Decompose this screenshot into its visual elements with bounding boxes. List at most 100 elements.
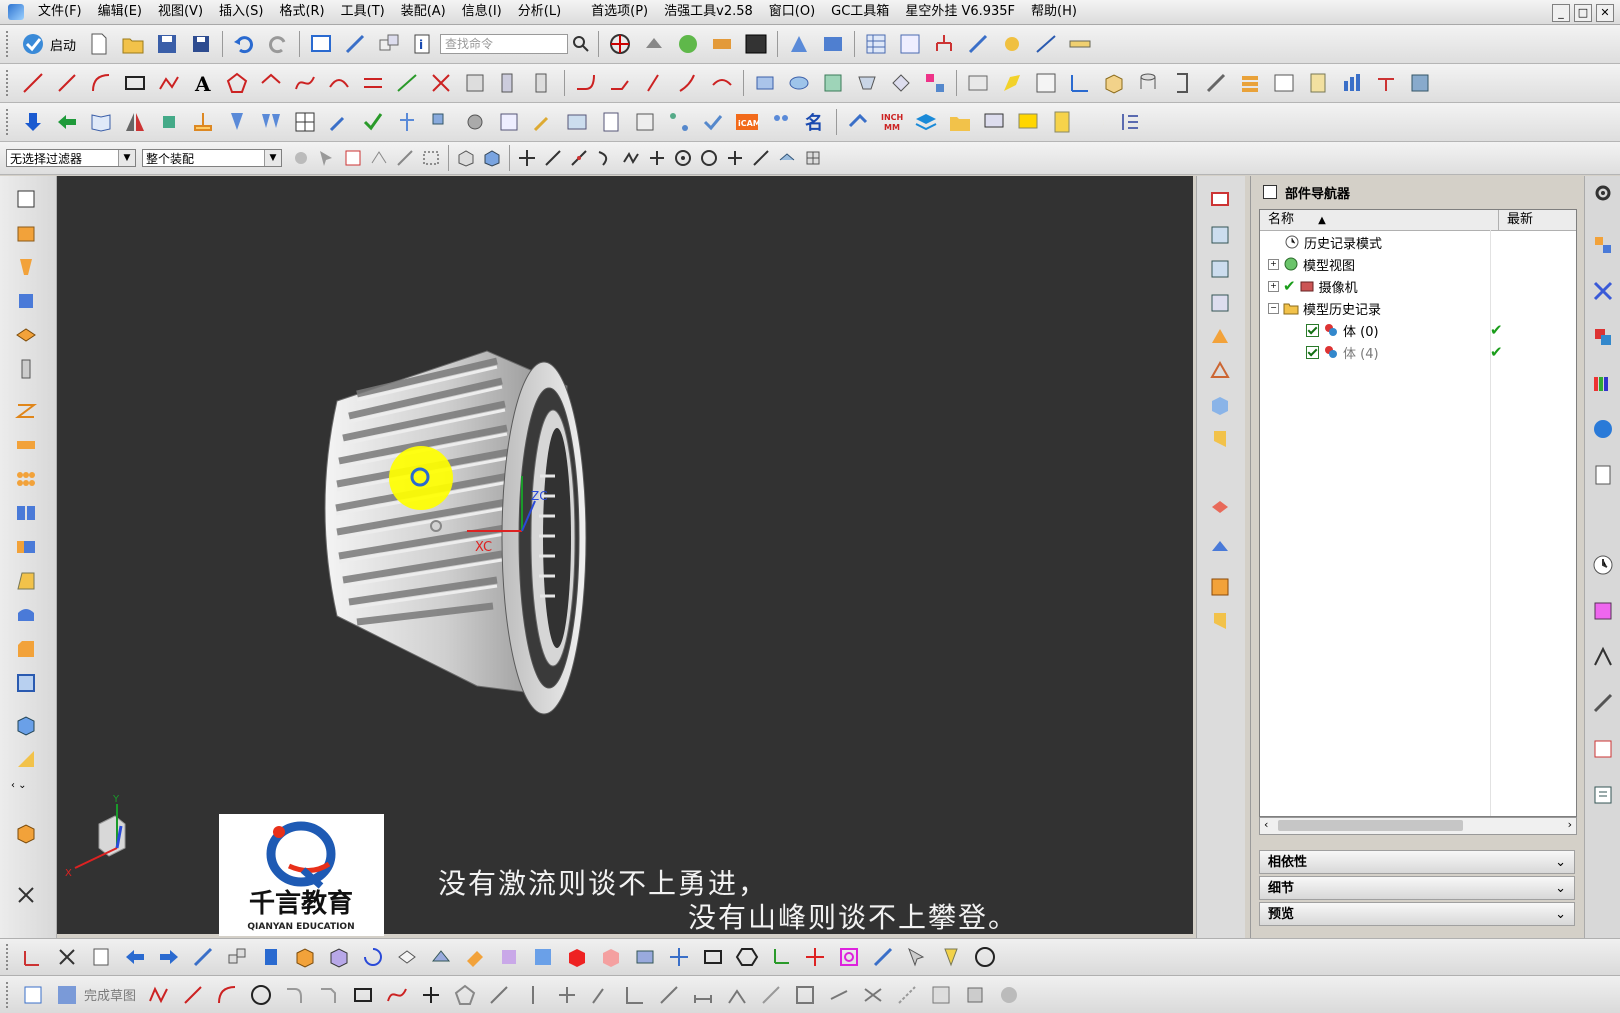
select-sheet-icon[interactable] [482, 148, 502, 168]
name-icon[interactable]: 名 [802, 109, 828, 135]
eraser-icon[interactable] [462, 944, 488, 970]
box-3d-icon[interactable] [292, 944, 318, 970]
image-icon[interactable] [564, 109, 590, 135]
boolean-icon[interactable] [13, 534, 39, 560]
pin-icon[interactable] [224, 109, 250, 135]
snap-on-face-icon[interactable] [777, 148, 797, 168]
roles-icon[interactable] [1590, 736, 1616, 762]
offset-face-icon[interactable] [888, 70, 914, 96]
sketch-view-icon[interactable] [996, 982, 1022, 1008]
search-icon[interactable] [571, 34, 591, 54]
hide-show-icon[interactable] [342, 31, 368, 57]
point-icon[interactable] [802, 944, 828, 970]
polygon-icon[interactable] [224, 70, 250, 96]
red-block-icon[interactable] [564, 944, 590, 970]
menu-assembly[interactable]: 装配(A) [393, 0, 454, 24]
menu-edit[interactable]: 编辑(E) [90, 0, 150, 24]
horizontal-scrollbar[interactable]: ‹ › [1259, 817, 1577, 835]
cube-view-icon[interactable] [326, 944, 352, 970]
selection-filter-select[interactable]: 无选择过滤器 ▼ [6, 149, 136, 167]
arrange-icon[interactable] [428, 109, 454, 135]
extrude-feature-icon[interactable] [13, 220, 39, 246]
gear-tool-icon[interactable] [462, 109, 488, 135]
line-icon[interactable] [20, 70, 46, 96]
snap-existing-icon[interactable] [725, 148, 745, 168]
bridge-curve-icon[interactable] [326, 70, 352, 96]
document-icon[interactable] [598, 109, 624, 135]
sketch-plane-icon[interactable] [928, 982, 954, 1008]
split-body-icon[interactable] [632, 944, 658, 970]
snap-intersect-icon[interactable] [647, 148, 667, 168]
coordinate-icon[interactable] [1067, 70, 1093, 96]
new-file-icon[interactable] [86, 31, 112, 57]
table-feature-icon[interactable] [1033, 70, 1059, 96]
shell-icon[interactable] [13, 670, 39, 696]
face-edit-icon[interactable] [394, 944, 420, 970]
pink-block-icon[interactable] [598, 944, 624, 970]
panel-details[interactable]: 细节 ⌄ [1259, 876, 1575, 900]
snap-control-icon[interactable] [621, 148, 641, 168]
chevron-down-icon[interactable]: ⌄ [1555, 903, 1566, 927]
tree-row-model-history[interactable]: − 模型历史记录 [1260, 297, 1584, 319]
toolbar-grip[interactable] [6, 31, 12, 57]
thread-feature-icon[interactable] [13, 356, 39, 382]
polyline-icon[interactable] [156, 70, 182, 96]
view-top-icon[interactable] [1207, 256, 1233, 282]
offset-feature-icon[interactable] [13, 398, 39, 424]
menu-preferences[interactable]: 首选项(P) [583, 0, 656, 24]
pointer-icon[interactable] [904, 944, 930, 970]
dimension-icon[interactable] [1033, 31, 1059, 57]
restore-button[interactable]: □ [1574, 4, 1592, 22]
expand-icon[interactable]: + [1268, 280, 1279, 292]
revolve-feature-icon[interactable] [13, 254, 39, 280]
delete-icon[interactable] [54, 944, 80, 970]
trim-body-icon[interactable] [13, 746, 39, 772]
sketch-point-icon[interactable] [418, 982, 444, 1008]
expand-icon[interactable]: + [1268, 258, 1279, 270]
left-arrow-icon[interactable] [54, 109, 80, 135]
sketch-polygon-icon[interactable] [452, 982, 478, 1008]
sketch-dimension-icon[interactable] [690, 982, 716, 1008]
text-icon[interactable]: A [190, 70, 216, 96]
back-arrow-icon[interactable] [122, 944, 148, 970]
sketch-relations-icon[interactable] [724, 982, 750, 1008]
scroll-right-icon[interactable]: › [1568, 818, 1572, 831]
trim-curve-icon[interactable] [394, 70, 420, 96]
cylinder-icon[interactable] [1135, 70, 1161, 96]
draft-icon[interactable] [13, 568, 39, 594]
extract-curve-icon[interactable] [462, 70, 488, 96]
clock-history-icon[interactable] [1590, 552, 1616, 578]
wireframe-icon[interactable] [1207, 358, 1233, 384]
scrollbar-thumb[interactable] [1278, 820, 1463, 831]
visibility-checkbox[interactable] [1306, 345, 1319, 359]
move-object-icon[interactable] [224, 944, 250, 970]
collapse-icon[interactable]: − [1268, 302, 1279, 314]
layers-icon[interactable] [913, 109, 939, 135]
people-icon[interactable] [768, 109, 794, 135]
tree-row-model-views[interactable]: + 模型视图 [1260, 253, 1584, 275]
select-edge-icon[interactable] [395, 148, 415, 168]
block-feature-icon[interactable] [13, 288, 39, 314]
weld-icon[interactable] [1373, 70, 1399, 96]
system-materials-icon[interactable] [1590, 598, 1616, 624]
measure-distance-icon[interactable] [496, 944, 522, 970]
sketch-orient-icon[interactable] [962, 982, 988, 1008]
assembly-scope-select[interactable]: 整个装配 ▼ [142, 149, 282, 167]
report-icon[interactable] [632, 109, 658, 135]
snap-curve-icon[interactable] [595, 148, 615, 168]
chevron-down-icon[interactable]: ▼ [118, 150, 135, 166]
sketch-offset-icon[interactable] [486, 982, 512, 1008]
tools-icon[interactable] [1203, 70, 1229, 96]
select-body-icon[interactable] [343, 148, 363, 168]
wcs-origin-icon[interactable] [607, 31, 633, 57]
menu-file[interactable]: 文件(F) [30, 0, 90, 24]
finish-sketch-label[interactable]: 完成草图 [84, 985, 136, 1004]
pin-checkbox[interactable] [1263, 185, 1277, 199]
sketch-palette-icon[interactable] [20, 982, 46, 1008]
calculator-icon[interactable] [1049, 109, 1075, 135]
box-icon[interactable] [1101, 70, 1127, 96]
start-icon[interactable] [20, 31, 46, 57]
save-all-icon[interactable] [188, 31, 214, 57]
menu-tools[interactable]: 工具(T) [333, 0, 393, 24]
icam-icon[interactable]: iCAM [734, 109, 760, 135]
